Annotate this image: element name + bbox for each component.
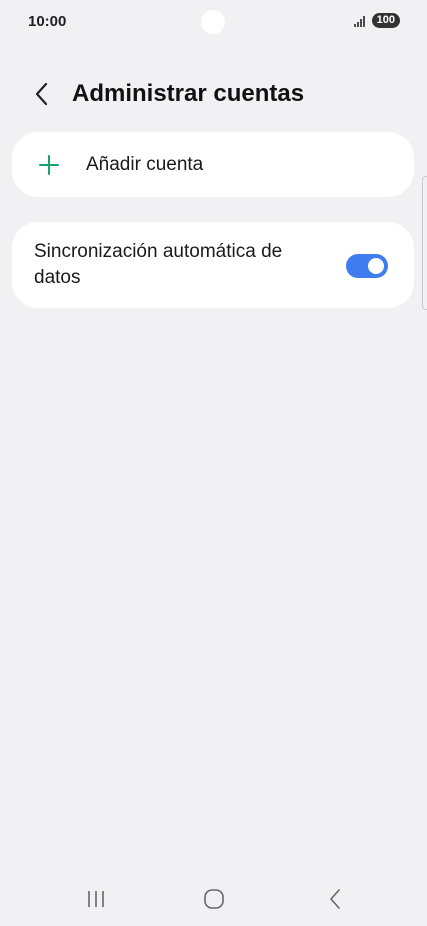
back-icon bbox=[330, 889, 340, 909]
plus-icon bbox=[38, 154, 60, 176]
home-icon bbox=[204, 889, 224, 909]
navigation-bar bbox=[0, 870, 427, 926]
auto-sync-label: Sincronización automática de datos bbox=[34, 241, 283, 288]
camera-cutout bbox=[201, 10, 225, 34]
recent-apps-icon bbox=[88, 891, 104, 907]
add-account-label: Añadir cuenta bbox=[86, 153, 204, 175]
screen: 10:00 100 Administrar cuentas Añadir cue… bbox=[0, 0, 427, 926]
battery-badge: 100 bbox=[371, 13, 400, 28]
back-button[interactable] bbox=[28, 80, 56, 108]
auto-sync-toggle[interactable] bbox=[346, 254, 388, 278]
scroll-indicator[interactable] bbox=[422, 176, 427, 310]
status-icons: 100 bbox=[353, 13, 400, 28]
auto-sync-row[interactable]: Sincronización automática de datos bbox=[12, 222, 414, 308]
status-bar: 10:00 100 bbox=[0, 0, 427, 44]
home-button[interactable] bbox=[194, 884, 234, 914]
header: Administrar cuentas bbox=[0, 72, 427, 118]
status-time: 10:00 bbox=[28, 13, 67, 30]
add-account-button[interactable]: Añadir cuenta bbox=[12, 132, 414, 197]
back-nav-button[interactable] bbox=[315, 884, 355, 914]
signal-icon bbox=[353, 15, 368, 27]
toggle-knob bbox=[368, 258, 384, 274]
recent-apps-button[interactable] bbox=[76, 884, 116, 914]
page-title: Administrar cuentas bbox=[72, 80, 305, 107]
chevron-left-icon bbox=[35, 82, 48, 106]
